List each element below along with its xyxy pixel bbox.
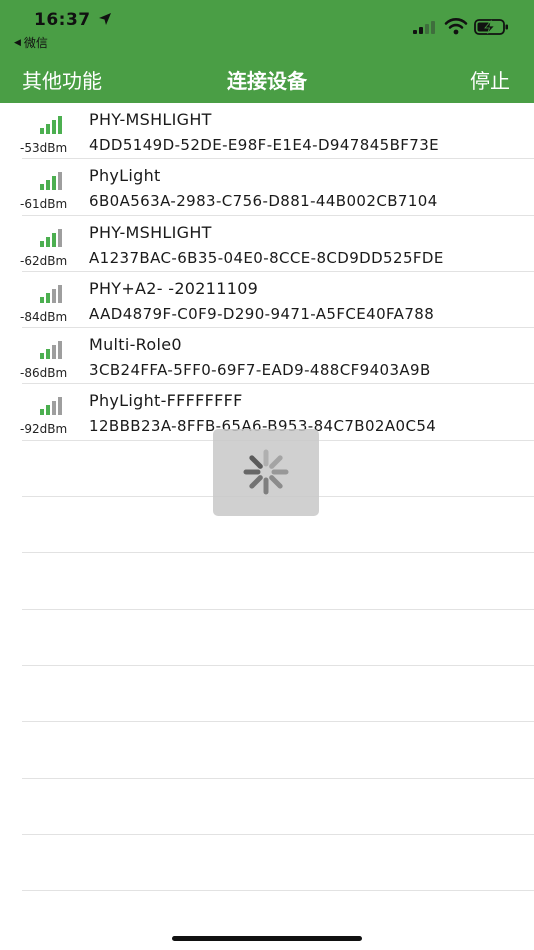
empty-row xyxy=(22,610,534,666)
header: 16:37 ◀ 微信 其他功能 连接设备 停止 xyxy=(0,0,534,103)
rssi-label: -86dBm xyxy=(20,366,68,381)
wifi-icon xyxy=(444,18,468,35)
rssi-label: -92dBm xyxy=(20,422,68,437)
signal-strength-icon xyxy=(40,284,62,303)
rssi-label: -61dBm xyxy=(20,197,68,212)
device-row[interactable]: -61dBm PhyLight 6B0A563A-2983-C756-D881-… xyxy=(20,159,534,216)
battery-charging-icon xyxy=(474,19,508,35)
device-row[interactable]: -53dBm PHY-MSHLIGHT 4DD5149D-52DE-E98F-E… xyxy=(20,103,534,160)
back-triangle-icon: ◀ xyxy=(14,37,21,48)
device-row[interactable]: -62dBm PHY-MSHLIGHT A1237BAC-6B35-04E0-8… xyxy=(20,216,534,272)
signal-cell: -84dBm xyxy=(20,272,86,328)
empty-row xyxy=(22,835,534,892)
signal-cell: -61dBm xyxy=(20,159,86,215)
device-uuid: 4DD5149D-52DE-E98F-E1E4-D947845BF73E xyxy=(89,136,440,154)
signal-strength-icon xyxy=(40,397,62,416)
device-uuid: A1237BAC-6B35-04E0-8CCE-8CD9DD525FDE xyxy=(89,248,444,267)
device-name: PHY-MSHLIGHT xyxy=(89,110,212,129)
signal-cell: -92dBm xyxy=(20,384,86,440)
stop-button[interactable]: 停止 xyxy=(470,65,510,94)
location-arrow-icon xyxy=(99,13,111,25)
signal-strength-icon xyxy=(40,116,62,134)
empty-row xyxy=(22,666,534,723)
empty-row xyxy=(22,553,534,610)
status-bar: 16:37 ◀ 微信 xyxy=(0,0,534,56)
spinner-spoke xyxy=(269,455,283,469)
spinner-spoke xyxy=(249,475,263,489)
device-uuid: 3CB24FFA-5FF0-69F7-EAD9-488CF9403A9B xyxy=(89,361,431,380)
spinner-spoke xyxy=(269,475,283,489)
rssi-label: -62dBm xyxy=(20,253,68,268)
other-functions-button[interactable]: 其他功能 xyxy=(22,65,102,94)
empty-row xyxy=(22,722,534,779)
device-name: PHY-MSHLIGHT xyxy=(89,222,212,242)
device-name: PhyLight xyxy=(89,166,161,186)
cellular-icon xyxy=(413,21,435,34)
device-row[interactable]: -86dBm Multi-Role0 3CB24FFA-5FF0-69F7-EA… xyxy=(20,328,534,385)
device-uuid: 6B0A563A-2983-C756-D881-44B002CB7104 xyxy=(89,192,438,211)
activity-spinner-icon xyxy=(243,449,289,495)
home-indicator[interactable] xyxy=(172,936,362,941)
device-row[interactable]: -84dBm PHY+A2- -20211109 AAD4879F-C0F9-D… xyxy=(20,272,534,329)
device-uuid: AAD4879F-C0F9-D290-9471-A5FCE40FA788 xyxy=(89,304,435,323)
empty-row xyxy=(22,779,534,835)
nav-bar: 其他功能 连接设备 停止 xyxy=(0,56,534,103)
device-name: Multi-Role0 xyxy=(89,335,182,355)
signal-strength-icon xyxy=(40,341,62,360)
back-to-app-link[interactable]: ◀ 微信 xyxy=(14,34,48,51)
status-time: 16:37 xyxy=(34,10,91,30)
signal-strength-icon xyxy=(40,228,62,247)
rssi-label: -53dBm xyxy=(20,141,68,155)
signal-cell: -86dBm xyxy=(20,328,86,384)
device-name: PHY+A2- -20211109 xyxy=(89,278,259,298)
signal-cell: -53dBm xyxy=(20,103,86,159)
device-name: PhyLight-FFFFFFFF xyxy=(89,391,243,411)
signal-strength-icon xyxy=(40,172,62,191)
spinner-spoke xyxy=(249,455,263,469)
loading-hud xyxy=(213,429,319,516)
rssi-label: -84dBm xyxy=(20,309,68,324)
signal-cell: -62dBm xyxy=(20,216,86,272)
back-app-label: 微信 xyxy=(23,36,48,50)
